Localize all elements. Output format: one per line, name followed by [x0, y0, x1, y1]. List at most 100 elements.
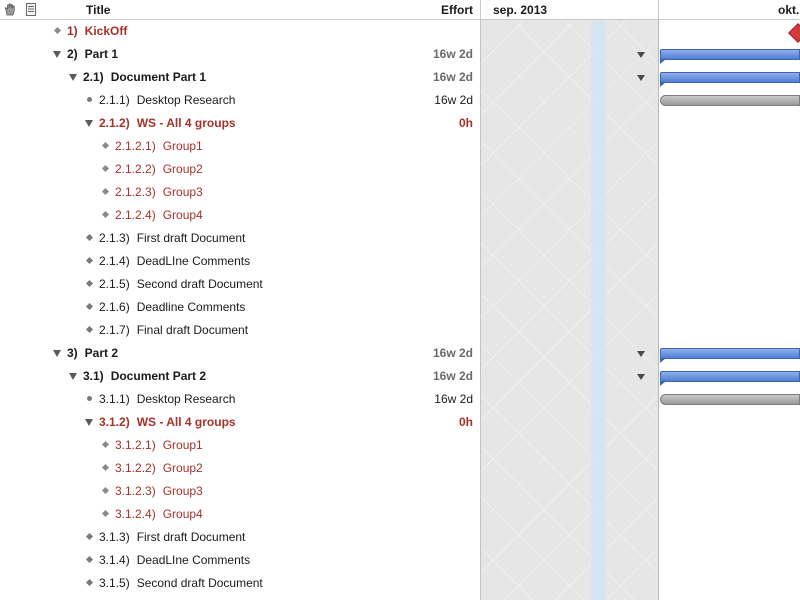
outline-row[interactable]: 2.1.5) Second draft Document: [0, 273, 480, 296]
collapse-arrow-icon[interactable]: [637, 75, 645, 81]
outline-row[interactable]: 3.1.1) Desktop Research 16w 2d: [0, 388, 480, 411]
row-title: Final draft Document: [136, 323, 249, 337]
row-label[interactable]: 2.1.2.2) Group2: [115, 162, 203, 176]
row-label[interactable]: 2.1.4) DeadLIne Comments: [99, 254, 250, 268]
collapse-arrow-icon[interactable]: [637, 351, 645, 357]
row-number: 2.1.7): [99, 323, 130, 337]
row-label[interactable]: 2.1) Document Part 1: [83, 70, 206, 84]
collapse-arrow-icon[interactable]: [637, 374, 645, 380]
hand-icon[interactable]: [4, 3, 16, 16]
row-label[interactable]: 3.1.2.1) Group1: [115, 438, 203, 452]
outline-row[interactable]: 3.1.2.3) Group3: [0, 480, 480, 503]
outline-row[interactable]: 3.1) Document Part 2 16w 2d: [0, 365, 480, 388]
disclosure-triangle-icon[interactable]: [69, 74, 77, 81]
row-label[interactable]: 2.1.2.4) Group4: [115, 208, 203, 222]
row-label[interactable]: 3.1) Document Part 2: [83, 369, 206, 383]
row-number: 3.1.1): [99, 392, 130, 406]
row-label[interactable]: 2.1.2.1) Group1: [115, 139, 203, 153]
milestone-bullet-icon: [85, 233, 94, 242]
row-title: Group3: [162, 484, 203, 498]
row-title: Second draft Document: [136, 576, 263, 590]
row-title: First draft Document: [136, 231, 246, 245]
outline-row[interactable]: 2.1.2.1) Group1: [0, 135, 480, 158]
row-label[interactable]: 2.1.6) Deadline Comments: [99, 300, 245, 314]
disclosure-triangle-icon[interactable]: [85, 419, 93, 426]
column-header-title[interactable]: Title: [86, 3, 110, 17]
outline-row[interactable]: 2.1.6) Deadline Comments: [0, 296, 480, 319]
row-label[interactable]: 2.1.7) Final draft Document: [99, 323, 248, 337]
milestone-bullet-icon: [101, 463, 110, 472]
summary-bar[interactable]: [660, 348, 800, 359]
outline-row[interactable]: 2.1.2.2) Group2: [0, 158, 480, 181]
outline-row[interactable]: 2.1) Document Part 1 16w 2d: [0, 66, 480, 89]
outline-row[interactable]: 3) Part 2 16w 2d: [0, 342, 480, 365]
row-label[interactable]: 3.1.2.2) Group2: [115, 461, 203, 475]
summary-bar[interactable]: [660, 72, 800, 83]
row-label[interactable]: 3.1.2.4) Group4: [115, 507, 203, 521]
row-effort: 16w 2d: [432, 70, 473, 84]
milestone-bullet-icon: [101, 509, 110, 518]
outline-row[interactable]: 2.1.7) Final draft Document: [0, 319, 480, 342]
outline-row[interactable]: 3.1.2) WS - All 4 groups 0h: [0, 411, 480, 434]
row-label[interactable]: 2.1.2.3) Group3: [115, 185, 203, 199]
row-title: Document Part 1: [110, 70, 207, 84]
outline-row[interactable]: 3.1.5) Second draft Document: [0, 572, 480, 595]
row-label[interactable]: 3.1.5) Second draft Document: [99, 576, 263, 590]
row-label[interactable]: 3.1.2.3) Group3: [115, 484, 203, 498]
summary-bar[interactable]: [660, 371, 800, 382]
timeline-month-october: okt.: [778, 3, 800, 17]
disclosure-triangle-icon[interactable]: [53, 350, 61, 357]
month-label: sep. 2013: [493, 3, 548, 17]
milestone-bullet-icon: [85, 279, 94, 288]
row-number: 2.1.2): [99, 116, 130, 130]
task-bullet-icon: [87, 97, 92, 102]
outline-row[interactable]: 3.1.4) DeadLIne Comments: [0, 549, 480, 572]
row-label[interactable]: 3.1.2) WS - All 4 groups: [99, 415, 236, 429]
collapse-arrow-icon[interactable]: [637, 52, 645, 58]
summary-bar[interactable]: [660, 49, 800, 60]
row-number: 2.1.2.3): [115, 185, 156, 199]
notes-icon[interactable]: [25, 3, 37, 16]
outline-row[interactable]: 2.1.2.3) Group3: [0, 181, 480, 204]
outline-row[interactable]: 2.1.2) WS - All 4 groups 0h: [0, 112, 480, 135]
outline-row[interactable]: 2) Part 1 16w 2d: [0, 43, 480, 66]
milestone-bullet-icon: [101, 440, 110, 449]
outline-row[interactable]: 3.1.2.1) Group1: [0, 434, 480, 457]
row-label[interactable]: 2.1.2) WS - All 4 groups: [99, 116, 236, 130]
outline-row[interactable]: 3.1.2.4) Group4: [0, 503, 480, 526]
milestone-bullet-icon: [101, 141, 110, 150]
row-label[interactable]: 2) Part 1: [67, 47, 118, 61]
task-bar[interactable]: [660, 95, 800, 106]
row-number: 3.1.2.2): [115, 461, 156, 475]
row-label[interactable]: 3.1.4) DeadLIne Comments: [99, 553, 250, 567]
task-bar[interactable]: [660, 394, 800, 405]
row-number: 3.1.2.1): [115, 438, 156, 452]
column-header-effort[interactable]: Effort: [441, 3, 473, 17]
row-label[interactable]: 3) Part 2: [67, 346, 118, 360]
row-label[interactable]: 2.1.5) Second draft Document: [99, 277, 263, 291]
row-label[interactable]: 2.1.1) Desktop Research: [99, 93, 235, 107]
outline-row[interactable]: 2.1.4) DeadLIne Comments: [0, 250, 480, 273]
gantt-past-region: [480, 20, 659, 600]
row-label[interactable]: 2.1.3) First draft Document: [99, 231, 245, 245]
row-effort: 16w 2d: [432, 346, 473, 360]
row-label[interactable]: 1) KickOff: [67, 24, 127, 38]
row-title: Group4: [162, 208, 203, 222]
row-effort: 0h: [458, 116, 473, 130]
row-label[interactable]: 3.1.1) Desktop Research: [99, 392, 235, 406]
disclosure-triangle-icon[interactable]: [53, 51, 61, 58]
outline-row[interactable]: 3.1.2.2) Group2: [0, 457, 480, 480]
row-number: 1): [67, 24, 78, 38]
milestone-bullet-icon: [85, 578, 94, 587]
disclosure-triangle-icon[interactable]: [69, 373, 77, 380]
outline-row[interactable]: 3.1.3) First draft Document: [0, 526, 480, 549]
outline-row[interactable]: 1) KickOff: [0, 20, 480, 43]
disclosure-triangle-icon[interactable]: [85, 120, 93, 127]
kickoff-milestone-diamond[interactable]: [788, 23, 800, 43]
row-label[interactable]: 3.1.3) First draft Document: [99, 530, 245, 544]
row-number: 2.1.2.2): [115, 162, 156, 176]
row-number: 3.1.2.3): [115, 484, 156, 498]
outline-row[interactable]: 2.1.3) First draft Document: [0, 227, 480, 250]
outline-row[interactable]: 2.1.2.4) Group4: [0, 204, 480, 227]
outline-row[interactable]: 2.1.1) Desktop Research 16w 2d: [0, 89, 480, 112]
